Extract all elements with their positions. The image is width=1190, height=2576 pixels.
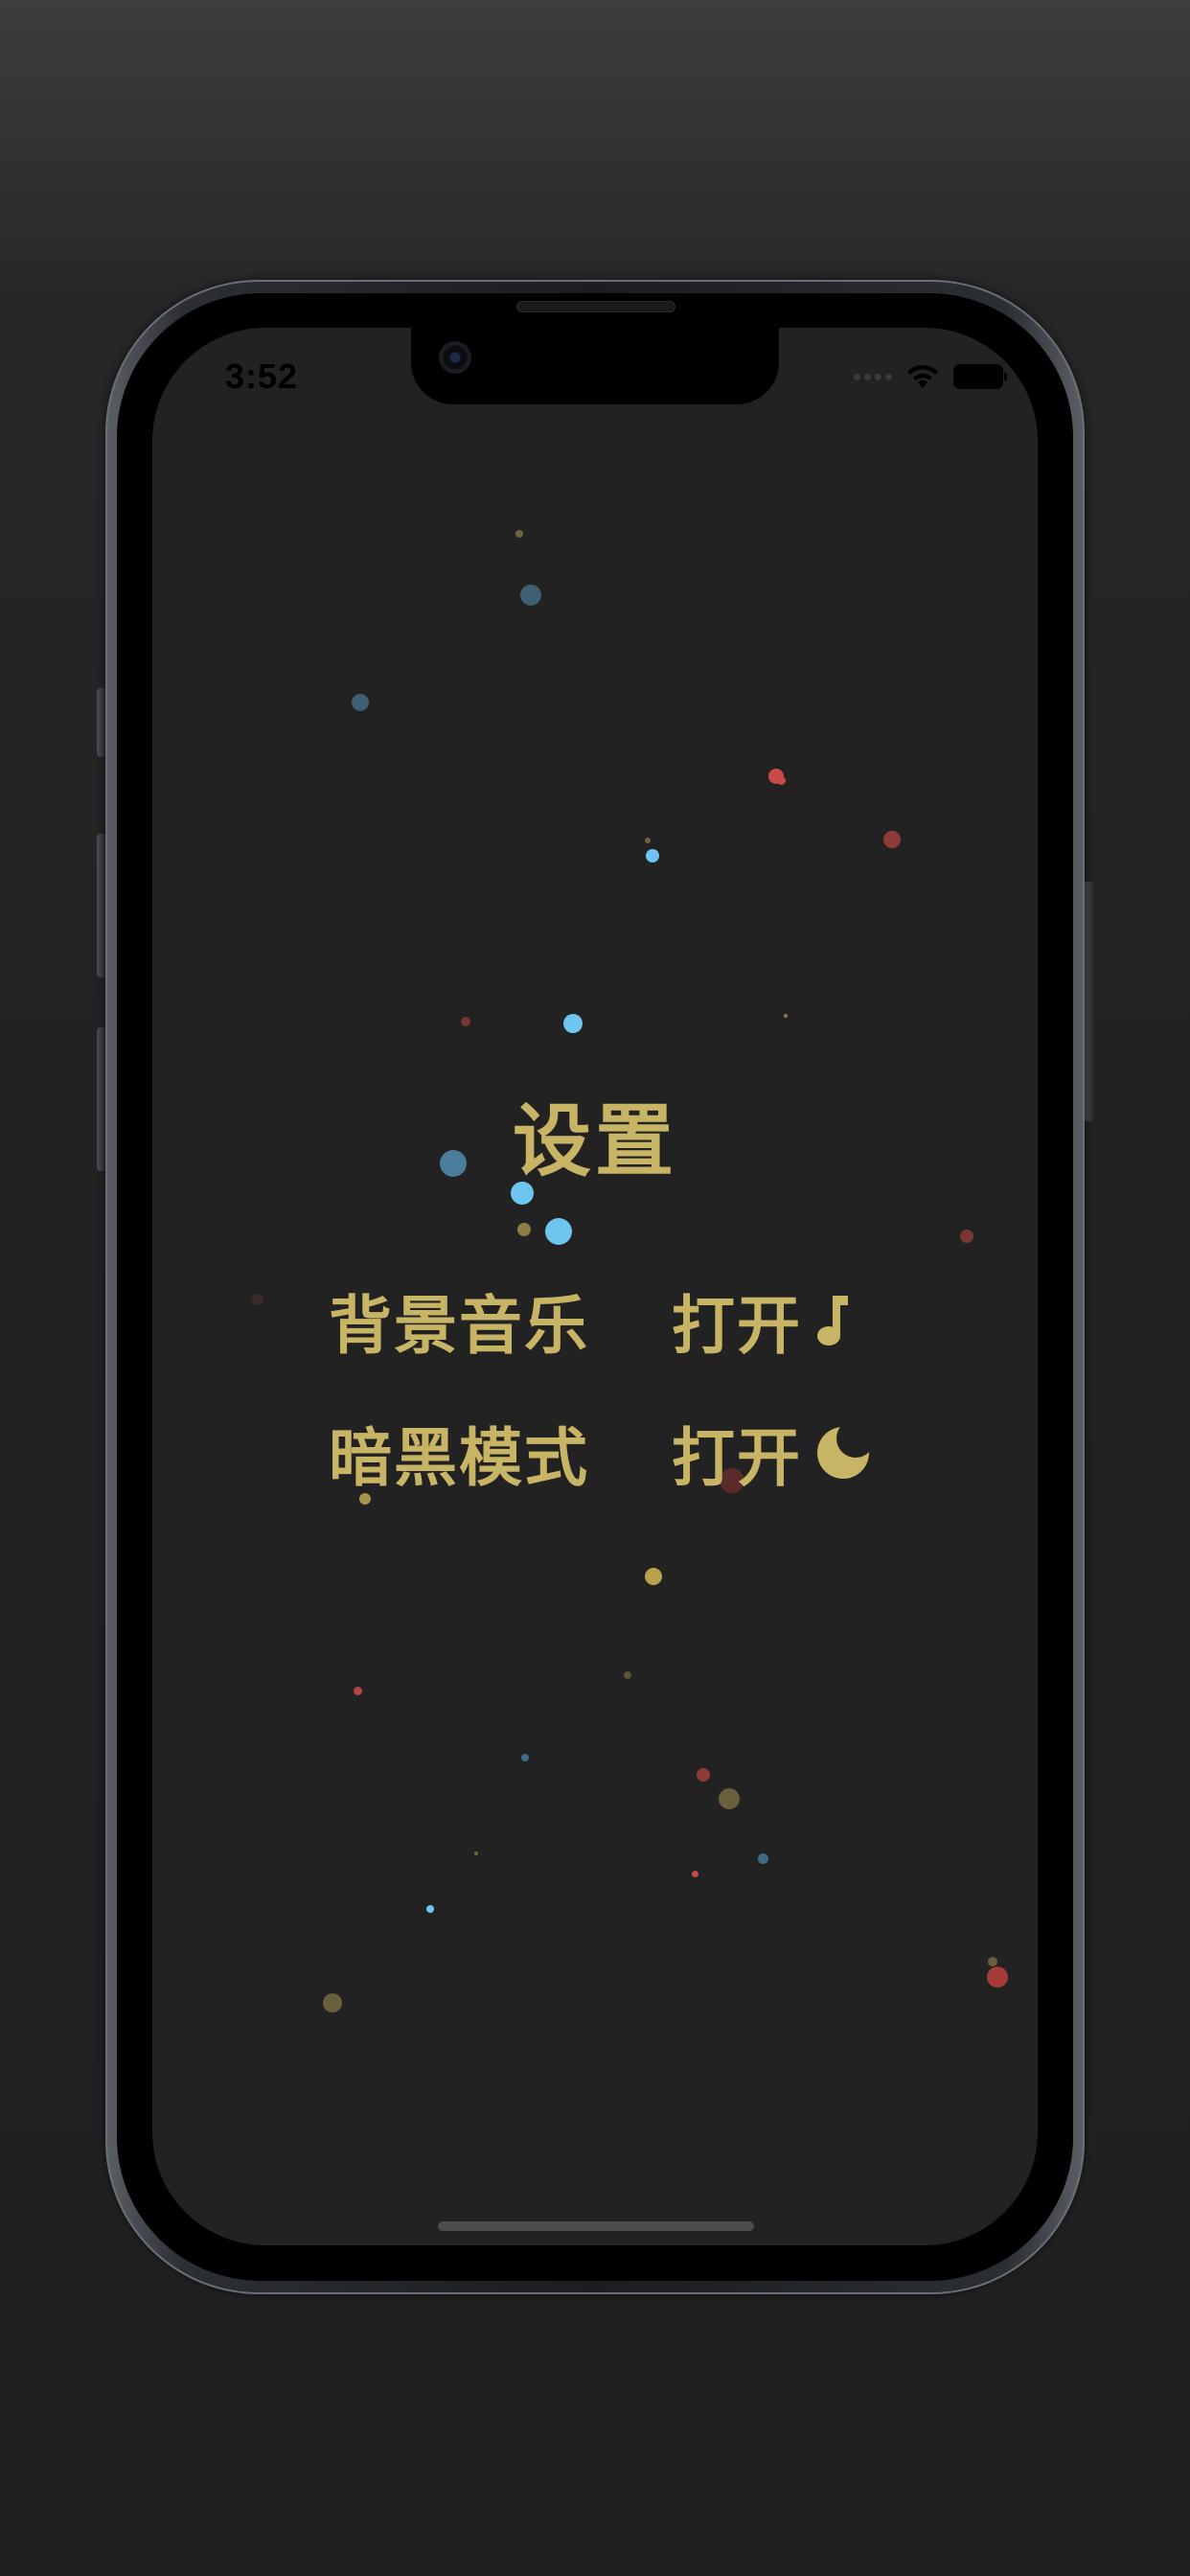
background-music-row: 背景音乐 打开 <box>329 1275 904 1363</box>
particle-dot <box>545 1218 572 1245</box>
power-button <box>1084 882 1093 1121</box>
particle-dot <box>645 1568 662 1585</box>
particle-dot <box>883 831 901 848</box>
particle-dot <box>352 694 369 711</box>
home-indicator[interactable] <box>438 2221 754 2231</box>
particle-dot <box>563 1014 583 1033</box>
earpiece-speaker <box>516 301 675 312</box>
particle-dot <box>692 1871 698 1877</box>
background-music-toggle[interactable]: 打开 <box>672 1275 850 1367</box>
particle-dot <box>784 1014 788 1018</box>
particle-dot <box>515 530 523 538</box>
status-icons <box>854 362 1007 391</box>
particle-dot <box>697 1768 710 1782</box>
particle-dot <box>520 585 541 606</box>
status-time: 3:52 <box>225 356 299 396</box>
music-note-icon <box>817 1296 848 1346</box>
particle-dot <box>624 1671 631 1679</box>
dark-mode-value[interactable]: 打开 <box>672 1407 802 1499</box>
background-music-value[interactable]: 打开 <box>672 1275 802 1367</box>
particle-dot <box>354 1687 362 1695</box>
dark-mode-toggle[interactable]: 打开 <box>672 1407 875 1499</box>
particle-dot <box>645 838 651 843</box>
particle-dot <box>323 1993 342 2012</box>
wifi-icon <box>907 365 938 388</box>
page-title: 设置 <box>512 1096 677 1187</box>
particle-dot <box>758 1853 768 1864</box>
dark-mode-label: 暗黑模式 <box>329 1421 589 1495</box>
moon-icon <box>817 1419 875 1479</box>
particle-dot <box>426 1905 434 1913</box>
background-music-label: 背景音乐 <box>329 1289 589 1363</box>
cellular-signal-icon <box>854 373 892 380</box>
front-camera-icon <box>439 341 471 374</box>
particle-dot <box>646 849 659 862</box>
particle-dot <box>960 1230 973 1243</box>
app-screen: 3:52 设置 背景音乐 打开 暗黑模式 打开 <box>152 328 1038 2245</box>
battery-icon <box>953 364 1007 389</box>
particle-dot <box>474 1852 478 1855</box>
particle-dot <box>517 1223 531 1236</box>
particle-dot <box>988 1957 997 1966</box>
particle-dot <box>987 1966 1008 1988</box>
particle-dot <box>777 776 786 785</box>
particle-dot <box>252 1294 263 1305</box>
dark-mode-row: 暗黑模式 打开 <box>329 1407 904 1495</box>
particle-dot <box>719 1788 740 1809</box>
notch <box>411 328 779 404</box>
particle-dot <box>461 1017 470 1026</box>
particle-dot <box>521 1754 529 1761</box>
